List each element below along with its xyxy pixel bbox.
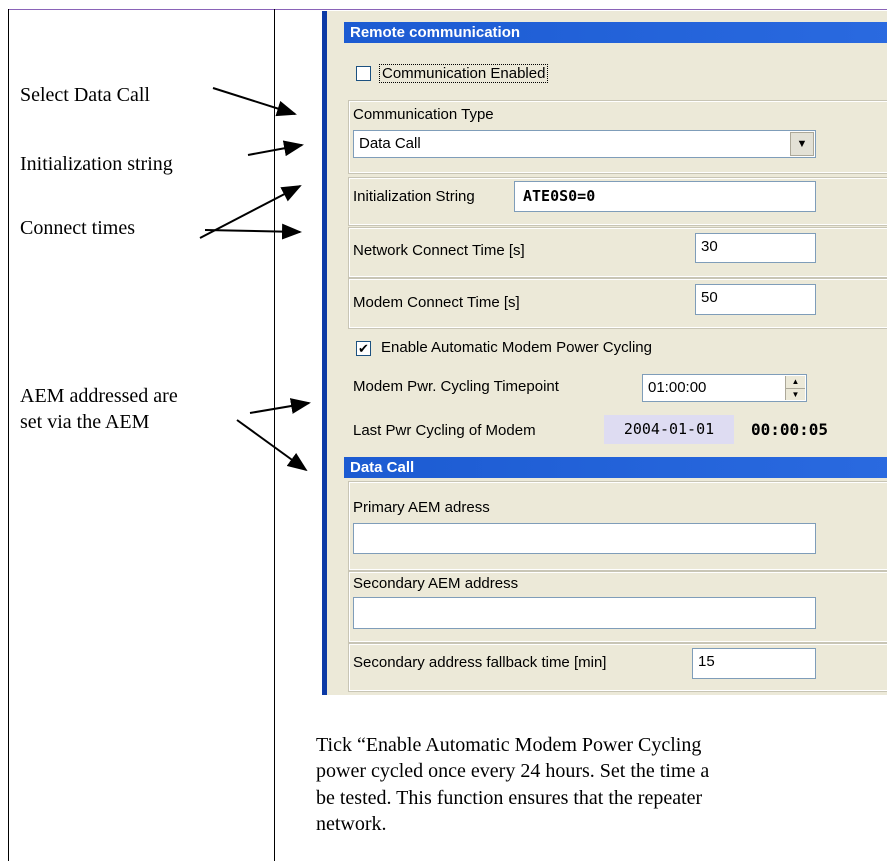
modem-connect-time-input[interactable]: 50 [695,284,816,315]
arrow-aem-up [249,398,311,414]
modem-connect-time-label: Modem Connect Time [s] [353,294,520,311]
initialization-string-label: Initialization String [353,188,475,205]
data-call-header: Data Call [344,457,887,478]
auto-power-cycling-label: Enable Automatic Modem Power Cycling [381,339,652,356]
secondary-address-label: Secondary AEM address [353,575,519,592]
paragraph-line-2: power cycled once every 24 hours. Set th… [316,760,710,782]
arrow-select-data-call [212,87,297,117]
primary-address-label: Primary AEM adress [353,499,490,516]
network-connect-time-input[interactable]: 30 [695,233,816,263]
communication-enabled-checkbox[interactable] [356,66,371,81]
paragraph-line-1: Tick “Enable Automatic Modem Power Cycli… [316,734,702,756]
arrow-initialization-string [247,140,304,157]
primary-address-input[interactable] [353,523,816,554]
last-power-cycling-label: Last Pwr Cycling of Modem [353,422,536,439]
secondary-address-input[interactable] [353,597,816,629]
communication-type-select[interactable]: Data Call ▼ [353,130,816,158]
last-power-cycling-date: 2004-01-01 [604,415,734,444]
power-cycling-timepoint-input[interactable]: 01:00:00 ▲ ▼ [642,374,807,402]
power-cycling-timepoint-value: 01:00:00 [648,379,707,396]
remote-communication-header: Remote communication [344,22,887,43]
fallback-time-input[interactable]: 15 [692,648,816,679]
paragraph-line-4: network. [316,813,387,835]
chevron-down-icon[interactable]: ▼ [790,132,814,156]
paragraph-line-3: be tested. This function ensures that th… [316,787,703,809]
timepoint-spinner[interactable]: ▲ ▼ [785,376,805,400]
network-connect-time-label: Network Connect Time [s] [353,242,525,259]
initialization-string-input[interactable]: ATE0S0=0 [514,181,816,212]
settings-dialog: Remote communication Communication Enabl… [322,11,887,695]
communication-enabled-label: Communication Enabled [379,64,549,83]
last-power-cycling-time: 00:00:05 [751,420,829,439]
arrow-aem-down [236,419,308,472]
communication-type-value: Data Call [359,135,421,152]
arrow-connect-times-right [204,223,302,240]
spin-up-icon[interactable]: ▲ [786,376,805,389]
fallback-time-label: Secondary address fallback time [min] [353,654,607,671]
spin-down-icon[interactable]: ▼ [786,389,805,401]
auto-power-cycling-checkbox[interactable]: ✔ [356,341,371,356]
power-cycling-timepoint-label: Modem Pwr. Cycling Timepoint [353,378,559,395]
communication-type-label: Communication Type [353,106,494,123]
